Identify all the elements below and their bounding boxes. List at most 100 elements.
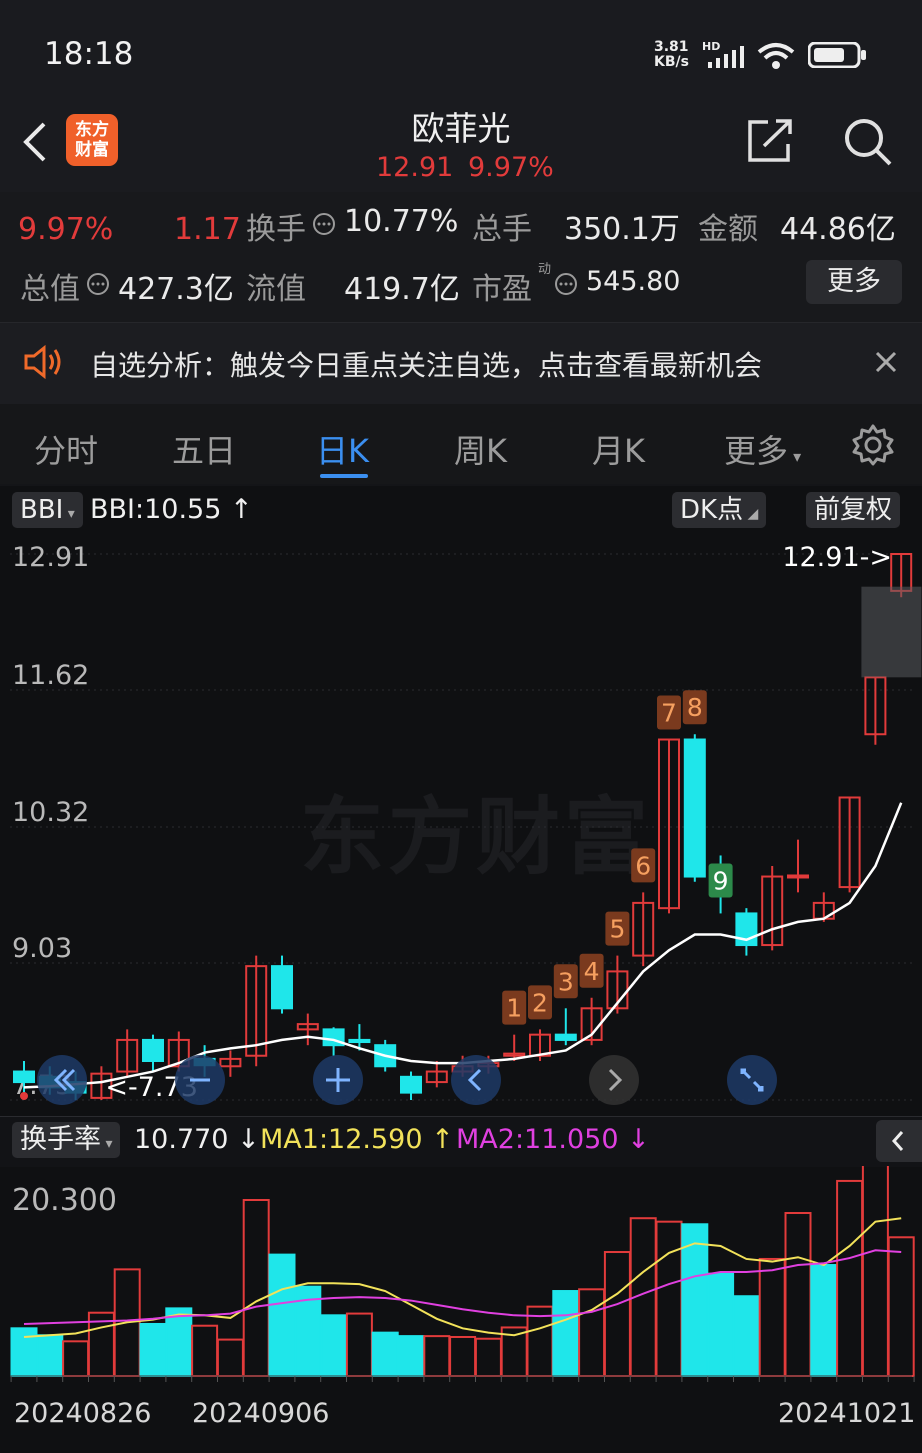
turnover-bar — [887, 1236, 915, 1377]
notice-text[interactable]: 自选分析：触发今日重点关注自选，点击查看最新机会 — [90, 344, 762, 384]
turnover-bar — [36, 1334, 64, 1378]
info-icon[interactable] — [86, 272, 110, 296]
turnover-bar — [242, 1199, 270, 1377]
turnover-bar — [603, 1251, 631, 1377]
td-sequence-label: 2 — [532, 988, 548, 1017]
turnover-bar — [784, 1212, 812, 1377]
collapse-panel-button[interactable] — [876, 1120, 922, 1162]
header-change-pct: 9.97% — [468, 152, 554, 183]
turnover-bar — [578, 1288, 606, 1377]
x-axis-date-label: 20240906 — [192, 1398, 329, 1429]
candle-body — [142, 1038, 164, 1062]
td-sequence-label: 6 — [635, 851, 651, 880]
market-cap-value: 427.3亿 — [118, 272, 234, 307]
zoom-out-button[interactable] — [174, 1054, 226, 1106]
volume-value: 350.1万 — [564, 212, 680, 247]
y-axis-max-label: 20.300 — [12, 1183, 117, 1218]
turnover-bar — [216, 1338, 244, 1378]
signal-icon — [708, 46, 744, 68]
candle-body — [683, 738, 706, 878]
td-sequence-label: 7 — [661, 699, 677, 728]
scroll-left-button[interactable] — [450, 1054, 502, 1106]
turnover-bar — [552, 1290, 580, 1377]
dk-point-button[interactable]: DK点 ◢ — [672, 492, 767, 528]
turnover-bar — [268, 1253, 296, 1377]
tab-weekly-k[interactable]: 周K — [454, 426, 507, 472]
candle-body — [348, 1038, 371, 1044]
info-icon[interactable] — [554, 272, 578, 296]
candle-body — [13, 1070, 35, 1084]
scroll-right-button[interactable] — [588, 1054, 640, 1106]
td-sequence-label: 4 — [584, 957, 600, 986]
turnover-rate-value: 10.770 ↓ — [134, 1124, 260, 1155]
td-sequence-label: 5 — [609, 915, 625, 944]
candle-body — [400, 1075, 422, 1094]
td-sequence-label: 3 — [558, 967, 574, 996]
turnover-bar — [345, 1312, 373, 1377]
clock: 18:18 — [44, 36, 134, 72]
y-axis-label: 10.32 — [12, 797, 89, 828]
td-sequence-label: 9 — [713, 866, 729, 895]
indicator-selector[interactable]: BBI ▾ — [12, 492, 83, 528]
amount-label: 金额 — [698, 212, 758, 247]
candle-body — [554, 1033, 577, 1041]
amount-value: 44.86亿 — [780, 212, 896, 247]
turnover-bar — [655, 1220, 683, 1377]
active-tab-indicator — [320, 474, 368, 478]
info-icon[interactable] — [312, 212, 336, 236]
tab-more[interactable]: 更多 ▾ — [724, 426, 801, 472]
network-speed: 3.81 KB/s — [654, 39, 689, 70]
candlestick-chart[interactable]: 12.9111.6210.329.037.7312345678912.91-><… — [0, 532, 922, 1116]
close-icon[interactable] — [874, 350, 898, 374]
wifi-icon — [757, 43, 795, 69]
settings-gear-icon[interactable] — [852, 424, 894, 466]
ma1-value: MA1:12.590 ↑ — [260, 1124, 454, 1155]
share-icon[interactable] — [746, 118, 794, 164]
tab-monthly-k[interactable]: 月K — [592, 426, 645, 472]
ma2-value: MA2:11.050 ↓ — [456, 1124, 650, 1155]
turnover-bar — [449, 1335, 477, 1377]
turnover-bar — [397, 1335, 425, 1377]
candle-body — [271, 965, 293, 1010]
turnover-bar — [861, 1166, 889, 1377]
turnover-bar — [139, 1322, 167, 1378]
pe-label: 市盈 — [472, 272, 532, 307]
float-cap-value: 419.7亿 — [344, 272, 460, 307]
pe-value: 545.80 — [586, 266, 681, 297]
y-axis-label: 12.91 — [12, 542, 89, 573]
low-price-dot — [20, 1092, 28, 1100]
turnover-bar — [732, 1295, 760, 1377]
turnover-bar — [320, 1314, 348, 1378]
speaker-icon — [24, 344, 61, 380]
turnover-bar — [165, 1307, 193, 1378]
turnover-bar — [423, 1335, 451, 1377]
header-price: 12.91 — [376, 152, 454, 183]
battery-icon — [808, 42, 866, 68]
y-axis-label: 9.03 — [12, 933, 72, 964]
adjust-price-button[interactable]: 前复权 — [806, 492, 901, 528]
x-axis-date-label: 20240826 — [14, 1398, 151, 1429]
turnover-value: 10.77% — [344, 204, 459, 239]
tab-daily-k[interactable]: 日K — [316, 426, 369, 472]
turnover-bar — [474, 1337, 502, 1377]
turnover-label: 换手 — [246, 212, 306, 247]
scroll-left-fast-button[interactable] — [36, 1054, 88, 1106]
more-button[interactable]: 更多 — [806, 260, 902, 304]
change-pct: 9.97% — [18, 212, 114, 247]
market-cap-label: 总值 — [20, 272, 80, 307]
candle-body — [787, 874, 809, 879]
search-icon[interactable] — [842, 116, 894, 168]
turnover-bar-chart[interactable]: 20.300 20240826 20240906 20241021 — [0, 1166, 922, 1453]
tab-intraday[interactable]: 分时 — [34, 426, 98, 472]
price-gap-shade — [861, 586, 922, 678]
tab-five-day[interactable]: 五日 — [172, 426, 236, 472]
turnover-bar — [62, 1340, 90, 1377]
volume-label: 总手 — [472, 212, 532, 247]
turnover-bar — [191, 1324, 219, 1377]
x-axis-date-label: 20241021 — [778, 1398, 915, 1429]
fullscreen-button[interactable] — [726, 1054, 778, 1106]
bbi-value: BBI:10.55 ↑ — [90, 494, 253, 525]
y-axis-label: 11.62 — [12, 660, 89, 691]
sub-indicator-selector[interactable]: 换手率 ▾ — [12, 1122, 121, 1158]
zoom-in-button[interactable] — [312, 1054, 364, 1106]
